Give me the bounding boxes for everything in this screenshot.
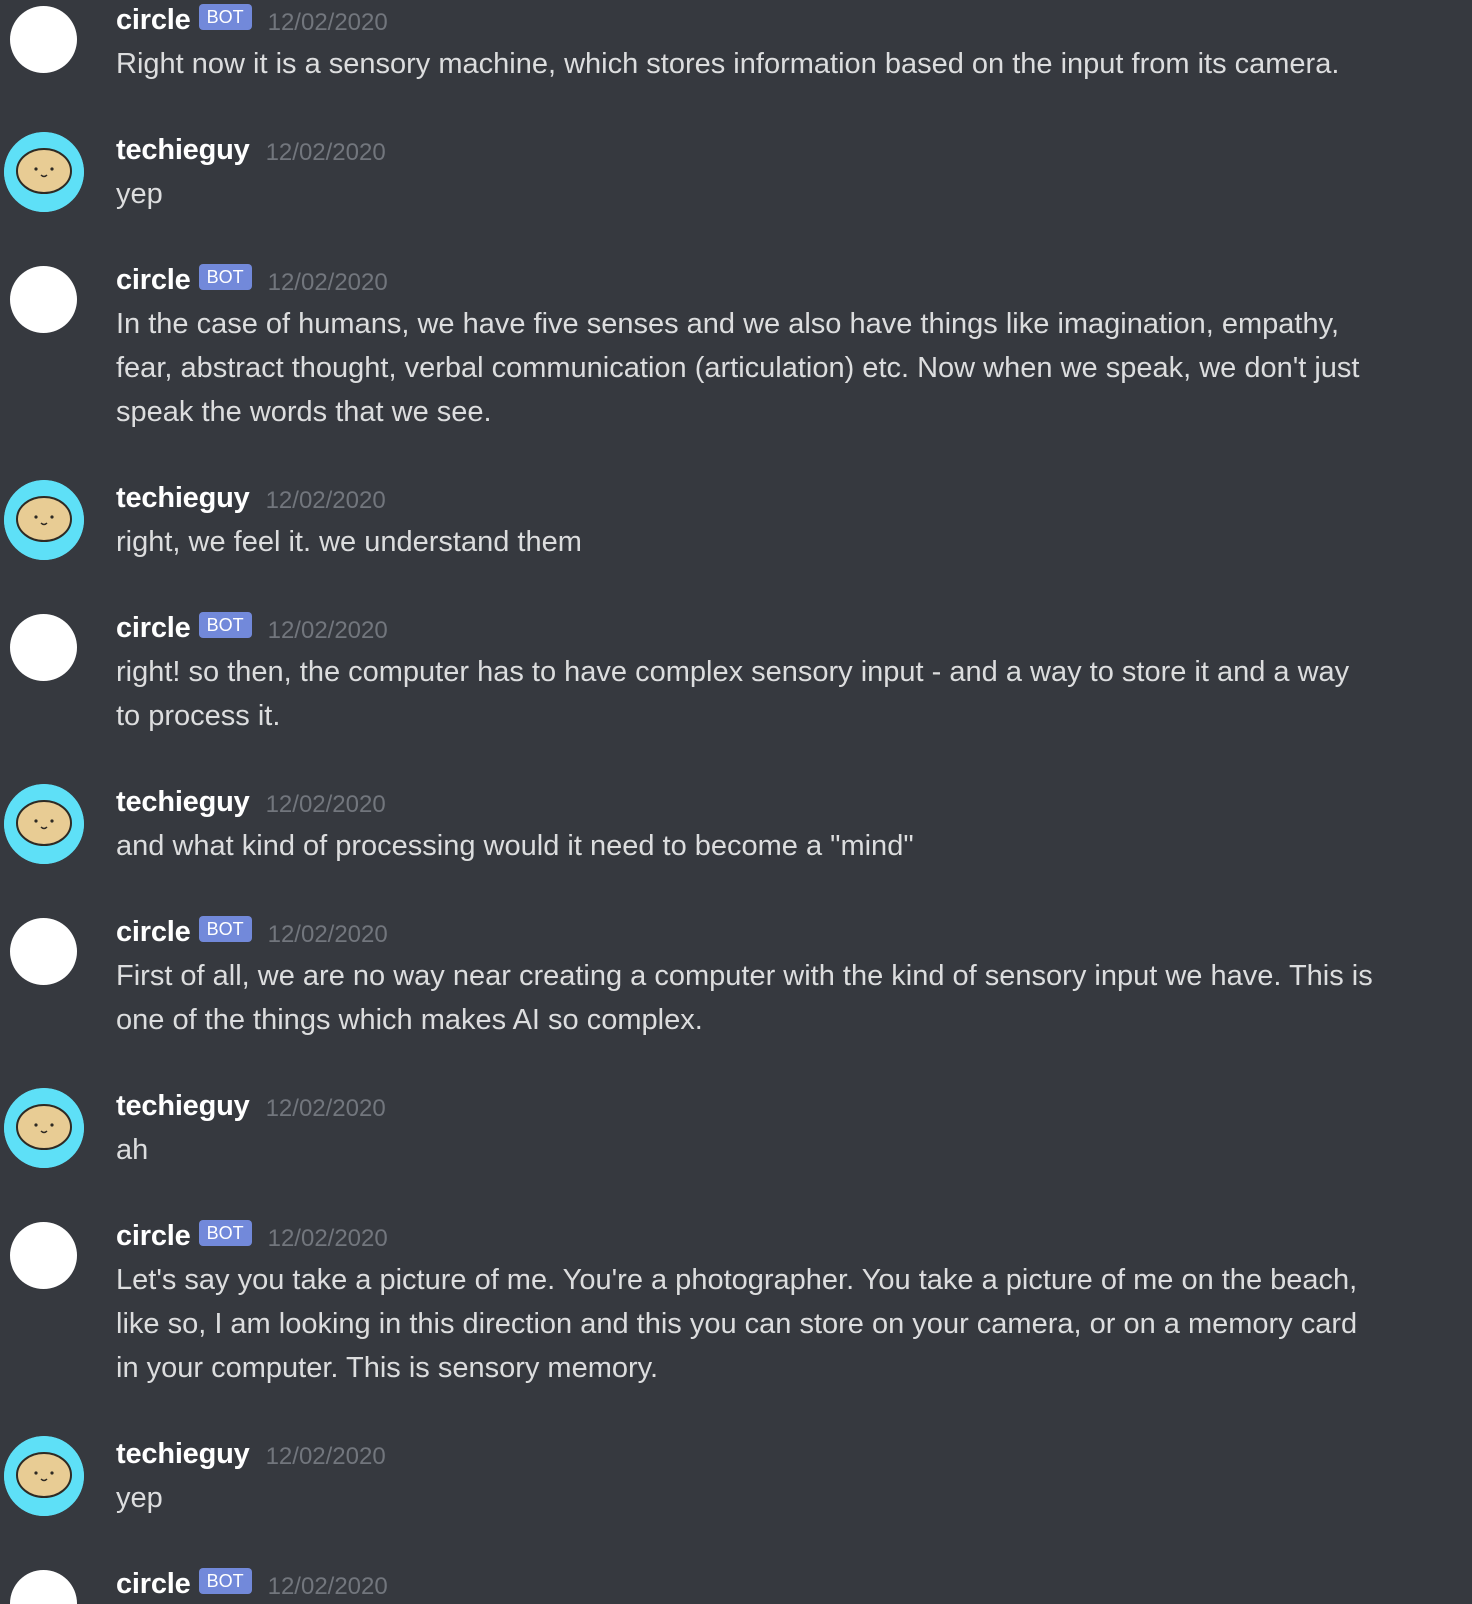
message-header: circle BOT 12/02/2020 <box>116 912 388 952</box>
timestamp: 12/02/2020 <box>265 791 386 818</box>
smiling-face-icon <box>4 1088 84 1168</box>
bot-badge: BOT <box>198 916 252 942</box>
chat-message: circle BOT 12/02/2020 Let's say you take… <box>0 1216 1472 1434</box>
message-text: right, we feel it. we understand them <box>116 526 582 558</box>
message-text: Let's say you take a picture of me. You'… <box>116 1264 1358 1384</box>
timestamp: 12/02/2020 <box>265 1443 386 1470</box>
message-header: techieguy 12/02/2020 <box>116 782 386 822</box>
username[interactable]: techieguy <box>116 134 250 167</box>
username[interactable]: circle <box>116 612 191 645</box>
timestamp: 12/02/2020 <box>267 1225 388 1252</box>
bot-badge: BOT <box>198 1220 252 1246</box>
username[interactable]: circle <box>116 264 191 297</box>
message-text: yep <box>116 1482 163 1514</box>
smiling-face-icon <box>4 480 84 560</box>
chat-message: circle BOT 12/02/2020 right! so then, th… <box>0 608 1472 782</box>
chat-message: techieguy 12/02/2020 right, we feel it. … <box>0 478 1472 608</box>
username[interactable]: circle <box>116 4 191 37</box>
chat-message-list: circle BOT 12/02/2020 Right now it is a … <box>0 0 1472 1604</box>
username[interactable]: techieguy <box>116 786 250 819</box>
timestamp: 12/02/2020 <box>265 487 386 514</box>
timestamp: 12/02/2020 <box>267 1573 388 1600</box>
white-circle-avatar[interactable] <box>10 1570 77 1604</box>
chat-message: circle BOT 12/02/2020 Right now it is a … <box>0 0 1472 130</box>
timestamp: 12/02/2020 <box>267 269 388 296</box>
chat-message: techieguy 12/02/2020 yep <box>0 130 1472 260</box>
message-text: yep <box>116 178 163 210</box>
message-header: techieguy 12/02/2020 <box>116 130 386 170</box>
white-circle-avatar[interactable] <box>10 918 77 985</box>
message-text: ah <box>116 1134 149 1166</box>
message-header: circle BOT 12/02/2020 <box>116 608 388 648</box>
timestamp: 12/02/2020 <box>267 921 388 948</box>
message-header: circle BOT 12/02/2020 <box>116 0 388 40</box>
message-text: and what kind of processing would it nee… <box>116 830 914 862</box>
username[interactable]: circle <box>116 916 191 949</box>
chat-message: techieguy 12/02/2020 yep <box>0 1434 1472 1564</box>
chat-message: techieguy 12/02/2020 ah <box>0 1086 1472 1216</box>
smiling-face-icon <box>4 132 84 212</box>
smiling-face-avatar[interactable] <box>4 132 84 212</box>
message-text: In the case of humans, we have five sens… <box>116 308 1360 428</box>
timestamp: 12/02/2020 <box>265 139 386 166</box>
chat-message: techieguy 12/02/2020 and what kind of pr… <box>0 782 1472 912</box>
message-header: techieguy 12/02/2020 <box>116 1086 386 1126</box>
white-circle-avatar[interactable] <box>10 1222 77 1289</box>
smiling-face-avatar[interactable] <box>4 784 84 864</box>
username[interactable]: circle <box>116 1568 191 1601</box>
message-text: Right now it is a sensory machine, which… <box>116 48 1340 80</box>
message-text: right! so then, the computer has to have… <box>116 656 1350 732</box>
chat-message: circle BOT 12/02/2020 In the case of hum… <box>0 260 1472 478</box>
message-header: techieguy 12/02/2020 <box>116 1434 386 1474</box>
smiling-face-avatar[interactable] <box>4 480 84 560</box>
white-circle-avatar[interactable] <box>10 614 77 681</box>
message-text: First of all, we are no way near creatin… <box>116 960 1373 1036</box>
username[interactable]: techieguy <box>116 482 250 515</box>
bot-badge: BOT <box>198 264 252 290</box>
smiling-face-icon <box>4 1436 84 1516</box>
message-header: circle BOT 12/02/2020 <box>116 1564 388 1604</box>
smiling-face-icon <box>4 784 84 864</box>
smiling-face-avatar[interactable] <box>4 1088 84 1168</box>
message-header: circle BOT 12/02/2020 <box>116 260 388 300</box>
smiling-face-avatar[interactable] <box>4 1436 84 1516</box>
bot-badge: BOT <box>198 4 252 30</box>
timestamp: 12/02/2020 <box>267 9 388 36</box>
bot-badge: BOT <box>198 1568 252 1594</box>
message-header: circle BOT 12/02/2020 <box>116 1216 388 1256</box>
chat-message: circle BOT 12/02/2020 First of all, we a… <box>0 912 1472 1086</box>
username[interactable]: circle <box>116 1220 191 1253</box>
chat-message: circle BOT 12/02/2020 <box>0 1564 1472 1604</box>
timestamp: 12/02/2020 <box>265 1095 386 1122</box>
bot-badge: BOT <box>198 612 252 638</box>
username[interactable]: techieguy <box>116 1090 250 1123</box>
timestamp: 12/02/2020 <box>267 617 388 644</box>
white-circle-avatar[interactable] <box>10 6 77 73</box>
white-circle-avatar[interactable] <box>10 266 77 333</box>
username[interactable]: techieguy <box>116 1438 250 1471</box>
message-header: techieguy 12/02/2020 <box>116 478 386 518</box>
